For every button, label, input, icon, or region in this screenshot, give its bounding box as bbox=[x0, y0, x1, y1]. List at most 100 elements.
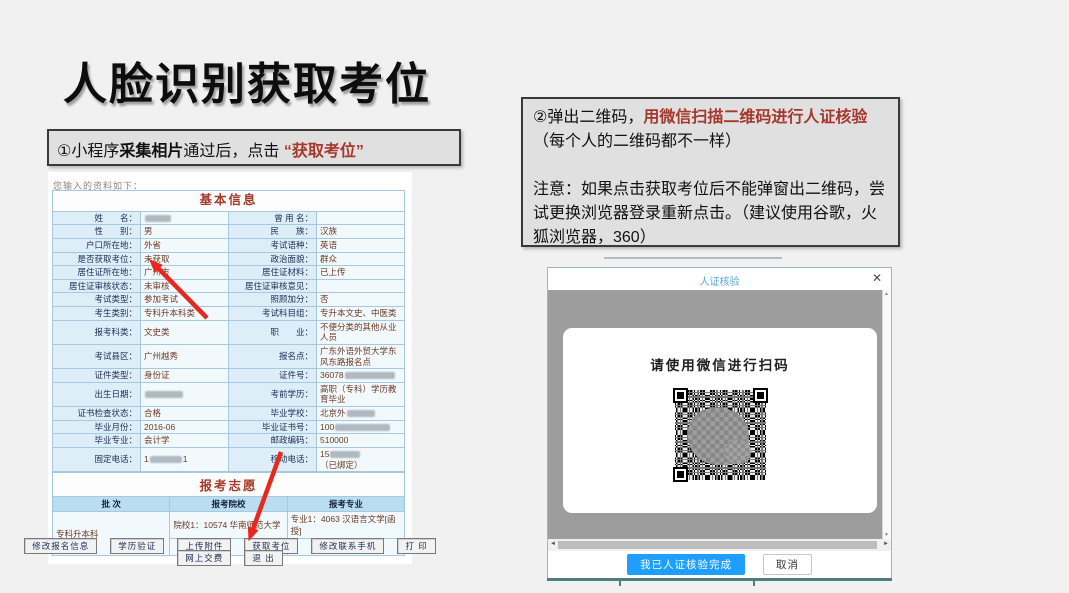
field-value: 高职（专科）学历教育毕业 bbox=[317, 382, 405, 406]
redacted-value bbox=[145, 391, 183, 398]
page-title: 人脸识别获取考位 bbox=[63, 48, 431, 112]
qr-card: 请使用微信进行扫码 bbox=[563, 328, 877, 513]
form-row: 毕业专业：会计学邮政编码：510000 bbox=[53, 434, 405, 448]
wish-column-header: 报考专业 bbox=[287, 497, 404, 512]
close-icon[interactable]: ✕ bbox=[872, 272, 882, 284]
field-label: 移动电话： bbox=[229, 447, 317, 471]
qr-finder-icon bbox=[673, 467, 688, 482]
field-value: 未获取 bbox=[141, 252, 229, 266]
form-action-button[interactable]: 退 出 bbox=[244, 550, 282, 566]
scroll-up-icon[interactable]: ▲ bbox=[884, 291, 889, 297]
field-value-text: 高职（专科）学历教育毕业 bbox=[320, 384, 397, 405]
form-row: 毕业月份：2016-06毕业证书号：100 bbox=[53, 420, 405, 434]
field-value: 英语 bbox=[317, 238, 405, 252]
registration-form-screenshot: 您输入的资料如下： 基本信息 姓 名：曾 用 名：性 别：男民 族：汉族户口所在… bbox=[48, 172, 412, 564]
field-value-text: 否 bbox=[320, 294, 329, 304]
vertical-scrollbar[interactable]: ▲ ▼ bbox=[882, 290, 891, 539]
field-label: 考试类型： bbox=[53, 293, 141, 307]
redacted-value bbox=[150, 456, 182, 463]
field-value: 广东外语外贸大学东风东路报名点 bbox=[317, 344, 405, 368]
verification-done-button[interactable]: 我已人证核验完成 bbox=[627, 554, 745, 575]
field-value-text: 专升本文史、中医类 bbox=[320, 308, 397, 318]
form-row: 证件类型：身份证证件号：36078 bbox=[53, 369, 405, 383]
field-value-text: 广州越秀 bbox=[144, 351, 178, 361]
scroll-right-icon[interactable]: ► bbox=[883, 541, 889, 547]
field-value: 男 bbox=[141, 225, 229, 239]
underlying-table-edge bbox=[619, 578, 621, 586]
field-value bbox=[141, 382, 229, 406]
field-value-text: 510000 bbox=[320, 435, 348, 445]
field-value: 已上传 bbox=[317, 266, 405, 280]
form-buttons-row2: 网上交费退 出 bbox=[48, 550, 412, 566]
field-label: 户口所在地： bbox=[53, 238, 141, 252]
field-value: 专升本文史、中医类 bbox=[317, 307, 405, 321]
form-row: 考生类别：专科升本科类考试科目组：专升本文史、中医类 bbox=[53, 307, 405, 321]
field-value-text: 文史类 bbox=[144, 327, 170, 337]
field-value: 汉族 bbox=[317, 225, 405, 239]
field-label: 考试语种： bbox=[229, 238, 317, 252]
basic-info-table: 基本信息 姓 名：曾 用 名：性 别：男民 族：汉族户口所在地：外省考试语种：英… bbox=[52, 190, 405, 499]
wish-major-cell: 专业1：4063 汉语言文学[函授] bbox=[287, 512, 404, 539]
redacted-value bbox=[347, 410, 375, 417]
field-value-text: 汉族 bbox=[320, 226, 337, 236]
field-value bbox=[317, 279, 405, 293]
field-label: 报名点： bbox=[229, 344, 317, 368]
slide-canvas: 人脸识别获取考位 ①小程序采集相片通过后，点击 “获取考位” ②弹出二维码，用微… bbox=[0, 0, 1069, 593]
form-row: 考试类型：参加考试照顾加分：否 bbox=[53, 293, 405, 307]
field-label: 考试科目组： bbox=[229, 307, 317, 321]
field-value: 合格 bbox=[141, 407, 229, 421]
qr-finder-icon bbox=[753, 388, 768, 403]
horizontal-scrollbar[interactable]: ◄ ► bbox=[548, 539, 891, 551]
redacted-value bbox=[345, 372, 395, 379]
cancel-button[interactable]: 取消 bbox=[763, 554, 812, 575]
form-row: 性 别：男 民 族：汉族 bbox=[53, 225, 405, 239]
basic-info-title: 基本信息 bbox=[53, 191, 405, 212]
field-label: 姓 名： bbox=[53, 211, 141, 225]
scroll-down-icon[interactable]: ▼ bbox=[884, 532, 889, 538]
form-row: 是否获取考位：未获取政治面貌：群众 bbox=[53, 252, 405, 266]
horizontal-scrollbar-thumb[interactable] bbox=[558, 541, 877, 549]
field-value-text: （已绑定） bbox=[320, 460, 363, 470]
field-label: 毕业专业： bbox=[53, 434, 141, 448]
field-label: 照顾加分： bbox=[229, 293, 317, 307]
step1-bold-text: 采集相片 bbox=[119, 143, 183, 160]
field-value: 广州越秀 bbox=[141, 344, 229, 368]
scroll-left-icon[interactable]: ◄ bbox=[550, 541, 556, 547]
field-value: 文史类 bbox=[141, 320, 229, 344]
form-row: 证书检查状态：合格毕业学校：北京外 bbox=[53, 407, 405, 421]
field-label: 毕业学校： bbox=[229, 407, 317, 421]
dialog-content-area: 请使用微信进行扫码 ▲ ▼ bbox=[548, 290, 891, 539]
field-value: 专科升本科类 bbox=[141, 307, 229, 321]
field-value: 11 bbox=[141, 447, 229, 471]
form-row: 居住证所在地：广州市居住证材料：已上传 bbox=[53, 266, 405, 280]
form-row: 居住证审核状态：未审核居住证审核意见： bbox=[53, 279, 405, 293]
scan-instruction: 请使用微信进行扫码 bbox=[563, 354, 877, 374]
field-value-text: 1 bbox=[144, 454, 149, 464]
field-value-text: 未获取 bbox=[144, 254, 170, 264]
field-label: 考前学历： bbox=[229, 382, 317, 406]
field-label: 考试县区： bbox=[53, 344, 141, 368]
field-label: 证书检查状态： bbox=[53, 407, 141, 421]
field-value-text: 身份证 bbox=[144, 370, 170, 380]
field-label: 证件号： bbox=[229, 369, 317, 383]
field-label: 政治面貌： bbox=[229, 252, 317, 266]
step2-text: ②弹出二维码， bbox=[533, 109, 643, 126]
step1-middle-text: 通过后，点击 bbox=[183, 143, 283, 160]
field-value: 群众 bbox=[317, 252, 405, 266]
field-value-text: 2016-06 bbox=[144, 422, 175, 432]
field-value-text: 英语 bbox=[320, 240, 337, 250]
field-label: 民 族： bbox=[229, 225, 317, 239]
field-label: 性 别： bbox=[53, 225, 141, 239]
form-action-button[interactable]: 网上交费 bbox=[177, 550, 231, 566]
field-label: 居住证审核意见： bbox=[229, 279, 317, 293]
field-label: 固定电话： bbox=[53, 447, 141, 471]
field-value-text: 36078 bbox=[320, 370, 344, 380]
field-label: 居住证所在地： bbox=[53, 266, 141, 280]
underlying-table-edge bbox=[753, 578, 755, 586]
field-label: 出生日期： bbox=[53, 382, 141, 406]
step1-note-box: ①小程序采集相片通过后，点击 “获取考位” bbox=[47, 129, 461, 166]
field-value: 会计学 bbox=[141, 434, 229, 448]
step2-note-box: ②弹出二维码，用微信扫描二维码进行人证核验（每个人的二维码都不一样） 注意：如果… bbox=[521, 97, 900, 247]
field-value-text: 男 bbox=[144, 226, 153, 236]
field-value: 未审核 bbox=[141, 279, 229, 293]
